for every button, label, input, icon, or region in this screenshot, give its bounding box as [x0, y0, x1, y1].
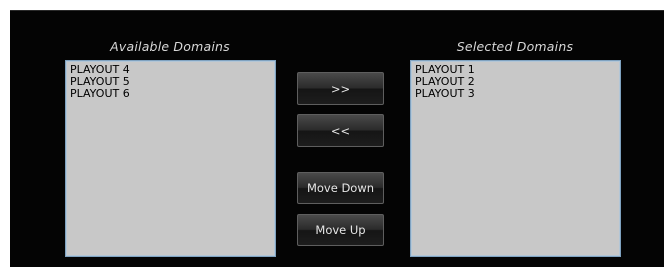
- remove-domain-button[interactable]: <<: [297, 114, 384, 147]
- available-domains-title: Available Domains: [110, 39, 230, 54]
- available-domains-list[interactable]: PLAYOUT 4 PLAYOUT 5 PLAYOUT 6: [65, 60, 276, 257]
- list-item[interactable]: PLAYOUT 3: [415, 88, 616, 100]
- move-up-button[interactable]: Move Up: [297, 214, 384, 246]
- list-item[interactable]: PLAYOUT 6: [70, 88, 271, 100]
- domain-selector-panel: Available Domains PLAYOUT 4 PLAYOUT 5 PL…: [10, 10, 664, 267]
- move-down-button[interactable]: Move Down: [297, 172, 384, 204]
- selected-domains-title: Selected Domains: [456, 39, 574, 54]
- selected-domains-list[interactable]: PLAYOUT 1 PLAYOUT 2 PLAYOUT 3: [410, 60, 621, 257]
- add-domain-button[interactable]: >>: [297, 72, 384, 105]
